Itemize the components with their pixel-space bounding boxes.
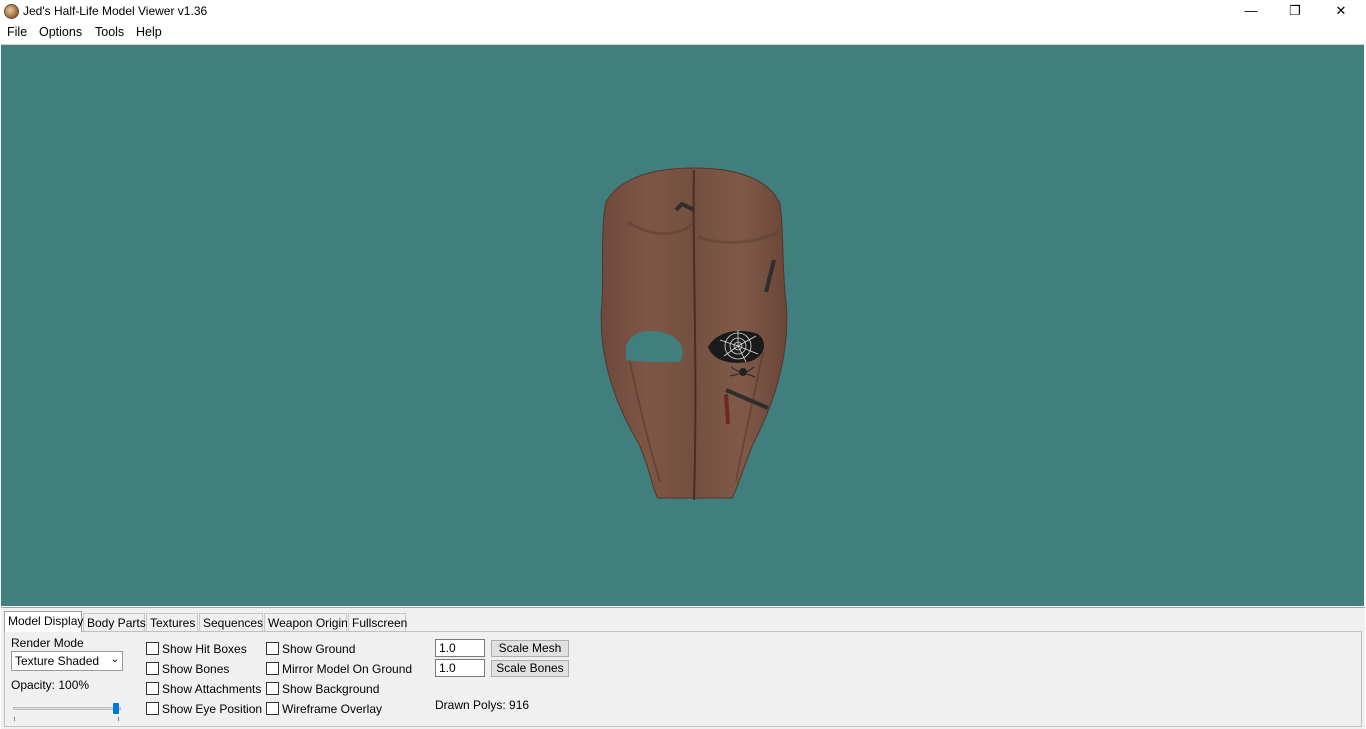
tab-textures[interactable]: Textures [146,613,198,631]
opacity-slider-thumb[interactable] [113,703,119,714]
scale-mesh-input[interactable] [435,639,485,657]
tab-sequences[interactable]: Sequences [199,613,263,631]
tab-model-display[interactable]: Model Display [4,611,83,632]
drawn-polys-label: Drawn Polys: 916 [435,698,530,712]
checkbox-box[interactable] [146,662,159,675]
menu-options[interactable]: Options [39,25,82,39]
menu-tools[interactable]: Tools [95,25,124,39]
menu-bar: File Options Tools Help [0,23,1366,43]
render-mode-label: Render Mode [11,636,84,650]
checkbox-box[interactable] [146,682,159,695]
minimize-button[interactable]: — [1228,0,1274,22]
model-display-tab-body: Render Mode Texture Shaded ⌄ Opacity: 10… [4,631,1362,727]
window-title: Jed's Half-Life Model Viewer v1.36 [23,4,208,18]
slider-tick [14,717,15,721]
checkbox-box[interactable] [266,682,279,695]
checkbox-box[interactable] [146,642,159,655]
opacity-label: Opacity: 100% [11,678,90,692]
scale-bones-button[interactable]: Scale Bones [491,660,569,677]
tab-fullscreen[interactable]: Fullscreen [348,613,407,631]
slider-tick [118,717,119,721]
render-mode-select[interactable]: Texture Shaded ⌄ [11,651,123,671]
checkbox-box[interactable] [266,702,279,715]
scale-mesh-button[interactable]: Scale Mesh [491,640,569,657]
opacity-slider[interactable] [13,707,121,710]
app-icon [4,4,19,19]
checkbox-box[interactable] [266,662,279,675]
checkbox-box[interactable] [266,642,279,655]
menu-help[interactable]: Help [136,25,162,39]
model-viewport[interactable] [1,44,1364,606]
title-bar: Jed's Half-Life Model Viewer v1.36 — ❐ ✕ [0,0,1366,23]
render-mode-value: Texture Shaded [15,654,100,668]
chevron-down-icon: ⌄ [110,654,119,665]
tab-body-parts[interactable]: Body Parts [83,613,146,631]
wooden-mask-model [600,167,788,501]
control-panel: Model Display Body Parts Textures Sequen… [1,607,1365,729]
scale-bones-input[interactable] [435,659,485,677]
restore-button[interactable]: ❐ [1272,0,1318,22]
close-button[interactable]: ✕ [1318,0,1364,22]
tab-weapon-origin[interactable]: Weapon Origin [264,613,348,631]
menu-file[interactable]: File [7,25,27,39]
checkbox-box[interactable] [146,702,159,715]
